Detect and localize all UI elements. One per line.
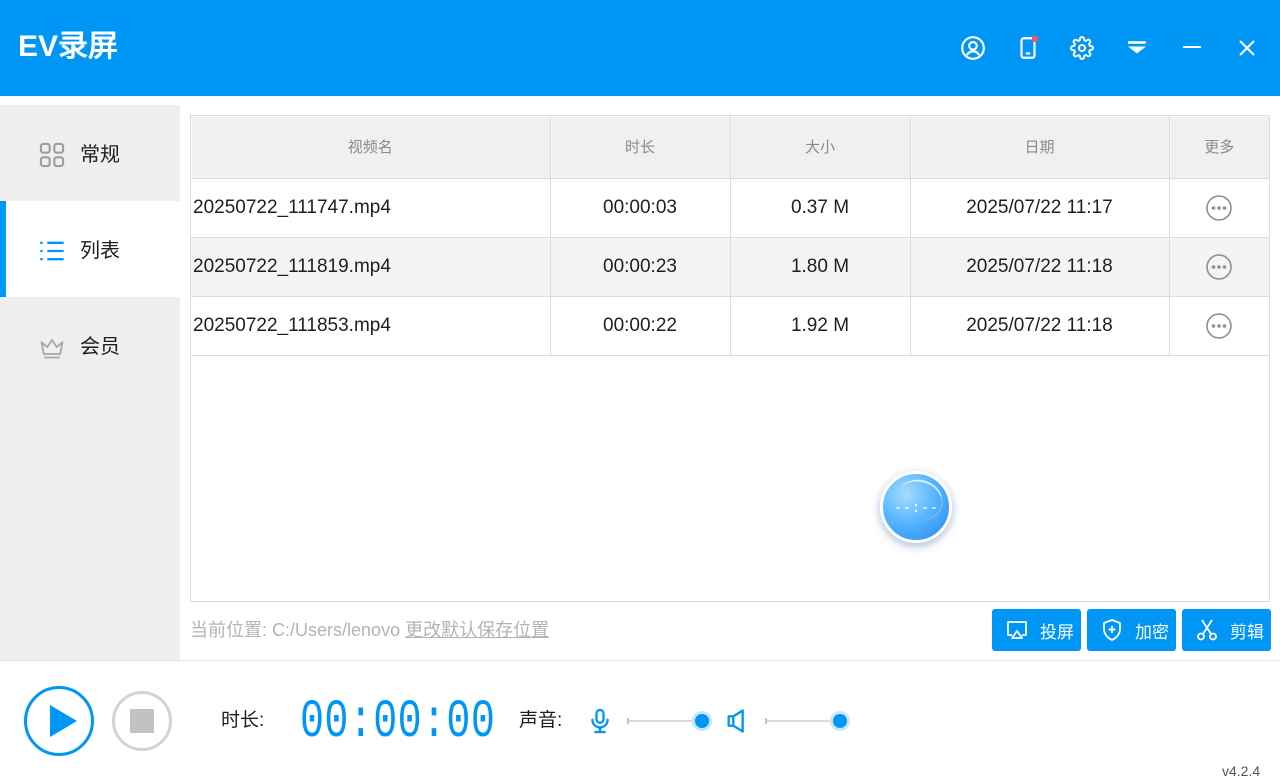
file-duration: 00:00:03 <box>550 178 731 238</box>
slider-track-start <box>627 718 629 724</box>
file-size: 1.80 M <box>730 237 911 297</box>
shield-plus-icon <box>1100 618 1124 642</box>
column-header-date: 日期 <box>910 116 1170 179</box>
app-title: EV录屏 <box>18 30 119 63</box>
user-icon[interactable] <box>958 33 988 63</box>
file-date: 2025/07/22 11:17 <box>910 178 1170 238</box>
sidebar-item-list[interactable]: 列表 <box>0 201 180 297</box>
list-icon <box>38 237 66 265</box>
divider <box>0 660 1280 661</box>
table-header-row: 视频名 时长 大小 日期 更多 <box>191 116 1269 179</box>
file-name: 20250722_111747.mp4 <box>191 178 551 238</box>
more-icon <box>1206 194 1233 221</box>
file-size: 1.92 M <box>730 296 911 356</box>
stop-recording-button[interactable] <box>112 691 172 751</box>
file-date: 2025/07/22 11:18 <box>910 296 1170 356</box>
sidebar-item-label: 常规 <box>80 144 120 166</box>
scissors-icon <box>1195 618 1219 642</box>
slider-knob[interactable] <box>833 714 847 728</box>
speaker-volume-slider[interactable] <box>765 712 847 730</box>
mic-icon[interactable] <box>586 707 614 735</box>
grid-icon <box>38 141 66 169</box>
more-cell <box>1169 178 1269 238</box>
encrypt-button[interactable]: 加密 <box>1087 609 1176 651</box>
app-version: v4.2.4 <box>1222 763 1261 779</box>
slider-track-start <box>765 718 767 724</box>
sidebar-item-label: 列表 <box>80 240 120 262</box>
column-header-duration: 时长 <box>550 116 731 179</box>
slider-track <box>765 720 840 722</box>
play-icon <box>50 705 77 737</box>
slider-knob[interactable] <box>695 714 709 728</box>
edit-button-label: 剪辑 <box>1230 622 1264 642</box>
save-location-path: C:/Users/lenovo <box>272 620 401 640</box>
bubble-highlight <box>891 473 949 527</box>
more-button[interactable] <box>1204 252 1234 282</box>
column-header-more: 更多 <box>1169 116 1269 179</box>
column-header-size: 大小 <box>730 116 911 179</box>
speaker-icon[interactable] <box>724 707 752 735</box>
menu-dropdown-icon[interactable] <box>1122 33 1152 63</box>
more-button[interactable] <box>1204 193 1234 223</box>
cast-button-label: 投屏 <box>1040 622 1074 642</box>
sidebar: 常规 列表 会员 <box>0 105 180 660</box>
minimize-icon[interactable] <box>1177 32 1207 62</box>
file-name: 20250722_111819.mp4 <box>191 237 551 297</box>
action-buttons: 投屏 加密 剪辑 <box>992 609 1271 651</box>
notification-dot <box>1031 35 1039 43</box>
gear-icon[interactable] <box>1067 33 1097 63</box>
table-row[interactable]: 20250722_111853.mp4 00:00:22 1.92 M 2025… <box>191 296 1269 356</box>
file-duration: 00:00:23 <box>550 237 731 297</box>
sidebar-item-general[interactable]: 常规 <box>0 105 180 201</box>
cast-button[interactable]: 投屏 <box>992 609 1081 651</box>
save-location-label: 当前位置: <box>190 620 268 640</box>
slider-track <box>627 720 702 722</box>
duration-label: 时长: <box>221 710 265 731</box>
encrypt-button-label: 加密 <box>1135 622 1169 642</box>
file-size: 0.37 M <box>730 178 911 238</box>
file-duration: 00:00:22 <box>550 296 731 356</box>
close-icon[interactable] <box>1232 33 1262 63</box>
recordings-table: 视频名 时长 大小 日期 更多 20250722_111747.mp4 00:0… <box>190 115 1270 602</box>
phone-icon[interactable] <box>1013 33 1043 63</box>
save-location: 当前位置: C:/Users/lenovo 更改默认保存位置 <box>190 618 549 642</box>
more-cell <box>1169 296 1269 356</box>
more-icon <box>1206 253 1233 280</box>
more-cell <box>1169 237 1269 297</box>
table-row[interactable]: 20250722_111747.mp4 00:00:03 0.37 M 2025… <box>191 178 1269 238</box>
start-recording-button[interactable] <box>24 686 94 756</box>
floating-timer-bubble[interactable]: --:-- <box>880 471 952 543</box>
sidebar-item-membership[interactable]: 会员 <box>0 297 180 393</box>
mic-volume-slider[interactable] <box>627 712 709 730</box>
title-bar: EV录屏 <box>0 0 1280 96</box>
sidebar-item-label: 会员 <box>80 336 120 358</box>
more-button[interactable] <box>1204 311 1234 341</box>
recording-timer: 00:00:00 <box>300 692 496 754</box>
edit-button[interactable]: 剪辑 <box>1182 609 1271 651</box>
crown-icon <box>38 333 66 361</box>
change-save-location-link[interactable]: 更改默认保存位置 <box>405 620 549 640</box>
file-date: 2025/07/22 11:18 <box>910 237 1170 297</box>
more-icon <box>1206 312 1233 339</box>
column-header-name: 视频名 <box>191 116 551 179</box>
sound-label: 声音: <box>519 710 563 731</box>
file-name: 20250722_111853.mp4 <box>191 296 551 356</box>
table-row[interactable]: 20250722_111819.mp4 00:00:23 1.80 M 2025… <box>191 237 1269 297</box>
cast-icon <box>1005 618 1029 642</box>
recordings-grid: 视频名 时长 大小 日期 更多 20250722_111747.mp4 00:0… <box>191 116 1269 356</box>
stop-icon <box>130 709 154 733</box>
